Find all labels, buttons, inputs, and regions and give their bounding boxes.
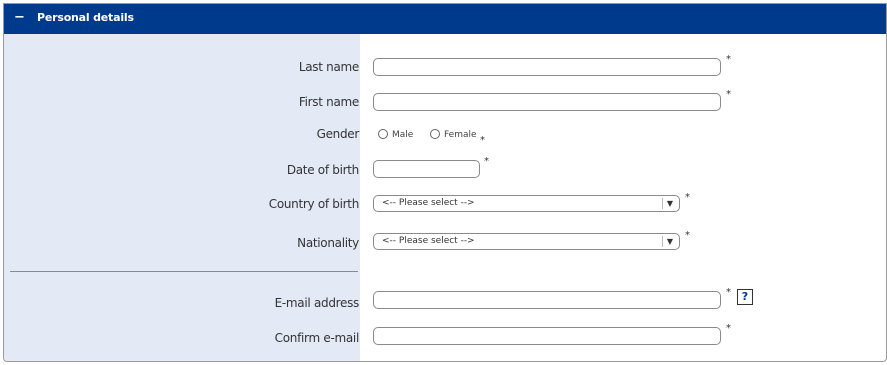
country-of-birth-label: Country of birth <box>268 197 360 211</box>
gender-label: Gender <box>316 127 360 141</box>
date-of-birth-required-mark: * <box>484 156 489 167</box>
first-name-label: First name <box>298 95 359 109</box>
minus-icon[interactable]: − <box>14 10 25 25</box>
nationality-select[interactable]: <-- Please select --> ▼ <box>373 233 680 250</box>
country-of-birth-required-mark: * <box>685 192 690 203</box>
last-name-label: Last name <box>298 60 359 74</box>
chevron-down-icon[interactable]: ▼ <box>662 198 677 209</box>
email-required-mark: * <box>726 287 731 298</box>
email-input[interactable] <box>373 291 721 309</box>
date-of-birth-label: Date of birth <box>286 163 359 177</box>
first-name-input[interactable] <box>373 93 721 111</box>
gender-female-radio[interactable] <box>430 129 440 139</box>
country-of-birth-selected-value: <-- Please select --> <box>382 198 475 208</box>
personal-details-panel: − Personal details Last name * First nam… <box>3 3 887 362</box>
section-title: Personal details <box>37 11 134 24</box>
gender-female-label: Female <box>444 130 477 140</box>
gender-required-mark: * <box>480 135 485 146</box>
gender-male-label: Male <box>392 130 414 140</box>
confirm-email-label: Confirm e-mail <box>274 331 360 345</box>
confirm-email-required-mark: * <box>726 323 731 334</box>
last-name-input[interactable] <box>373 58 721 76</box>
confirm-email-input[interactable] <box>373 327 721 345</box>
section-divider <box>10 271 358 272</box>
first-name-required-mark: * <box>726 89 731 100</box>
date-of-birth-input[interactable] <box>373 160 480 178</box>
gender-male-radio[interactable] <box>378 129 388 139</box>
chevron-down-icon[interactable]: ▼ <box>662 236 677 247</box>
section-header[interactable]: − Personal details <box>4 4 886 34</box>
nationality-label: Nationality <box>297 236 359 250</box>
email-label: E-mail address <box>274 296 360 310</box>
question-mark-icon[interactable]: ? <box>737 289 753 305</box>
country-of-birth-select[interactable]: <-- Please select --> ▼ <box>373 195 680 212</box>
nationality-required-mark: * <box>685 230 690 241</box>
nationality-selected-value: <-- Please select --> <box>382 236 475 246</box>
last-name-required-mark: * <box>726 54 731 65</box>
